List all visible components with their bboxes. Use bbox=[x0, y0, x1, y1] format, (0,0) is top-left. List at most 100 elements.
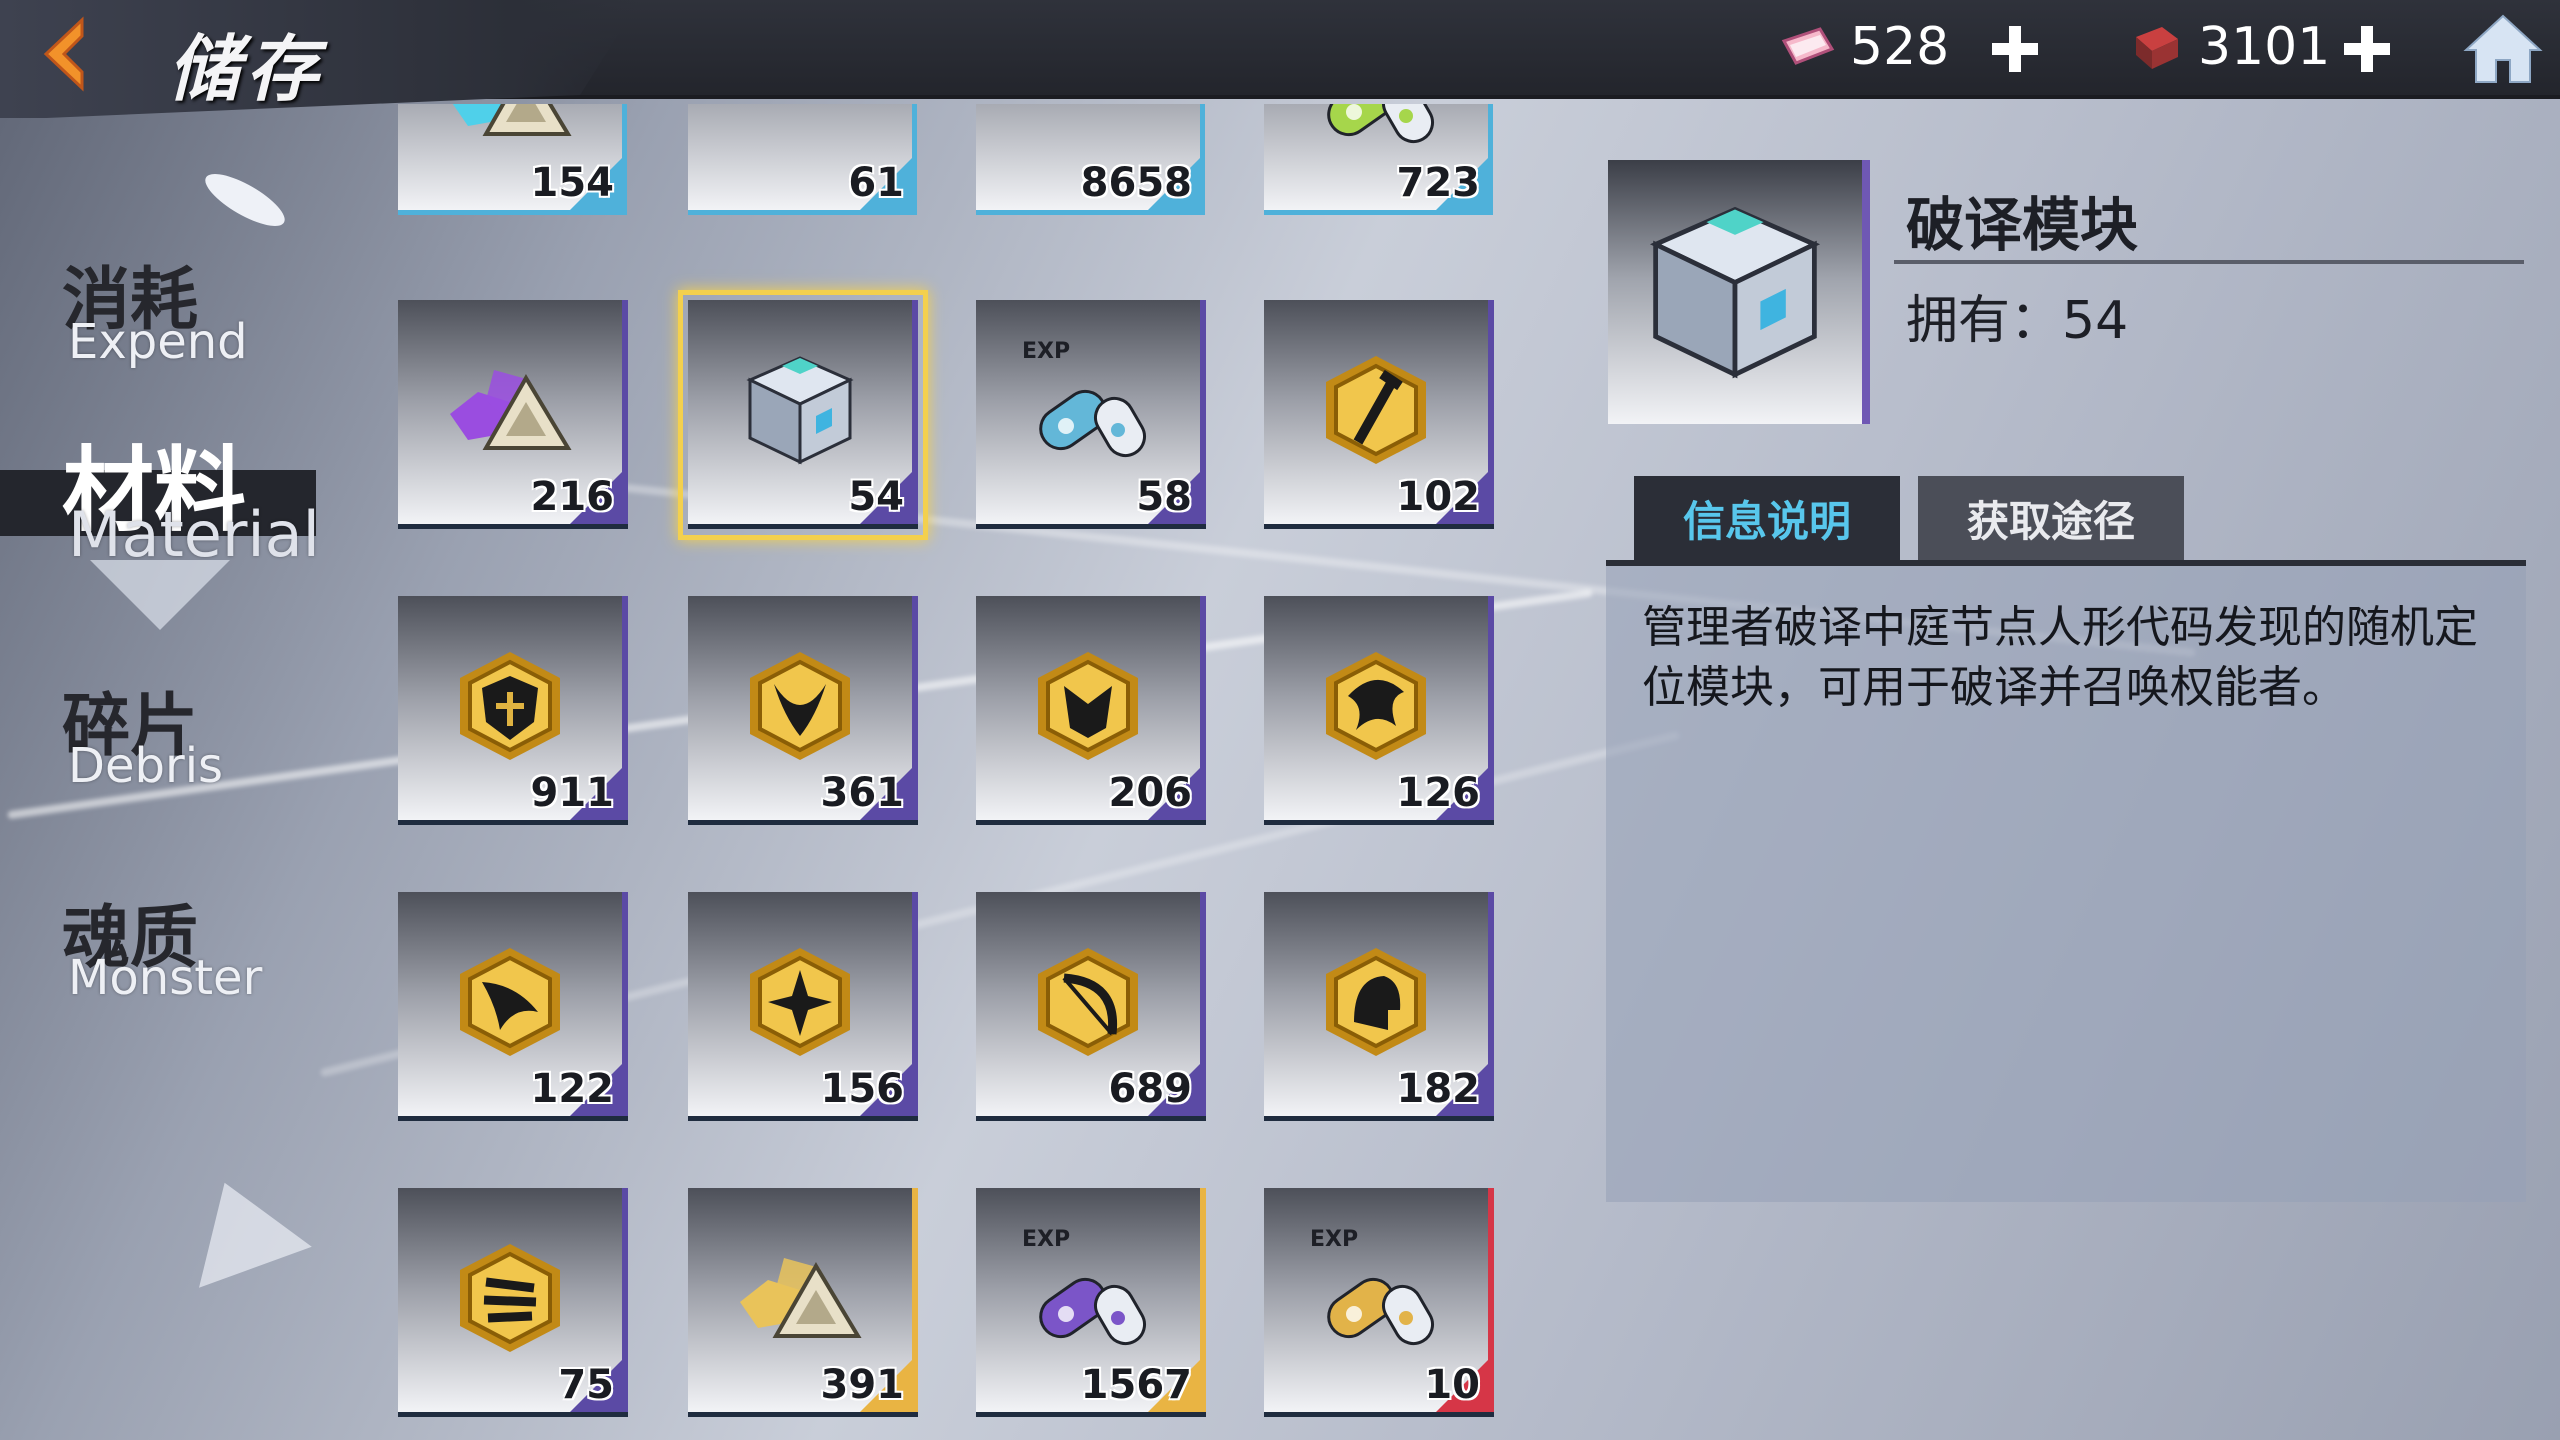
owned-label: 拥有： bbox=[1906, 291, 2063, 351]
decrypt-cube-icon bbox=[1649, 206, 1821, 379]
inventory-item[interactable]: 156 bbox=[688, 892, 918, 1116]
item-count: 391 bbox=[820, 1362, 905, 1408]
page-title: 储存 bbox=[168, 27, 325, 111]
inventory-item[interactable]: 102 bbox=[1264, 300, 1494, 524]
gold-hex-sword-icon bbox=[1326, 356, 1426, 464]
currency-chip: 3101 bbox=[2128, 14, 2330, 80]
item-count: 8658 bbox=[1080, 160, 1192, 206]
item-card: 361 bbox=[688, 596, 918, 820]
description-panel: 管理者破译中庭节点人形代码发现的随机定位模块，可用于破译并召唤权能者。 bbox=[1606, 560, 2526, 1202]
add-chip-button[interactable] bbox=[2338, 20, 2396, 78]
gold-hex-helmet-icon bbox=[1326, 948, 1426, 1056]
item-card: 75 bbox=[398, 1188, 628, 1412]
item-count: 126 bbox=[1396, 770, 1481, 816]
gold-crystal-triangle-icon bbox=[740, 1258, 862, 1338]
divider bbox=[1894, 260, 2524, 264]
inventory-item[interactable]: 61 bbox=[688, 104, 917, 210]
tab-info[interactable]: 信息说明 bbox=[1634, 476, 1900, 560]
item-card: EXP 58 bbox=[976, 300, 1206, 524]
ticket-amount: 528 bbox=[1850, 17, 1950, 77]
item-count: 911 bbox=[530, 770, 615, 816]
ticket-icon bbox=[1781, 27, 1835, 65]
nav-item-debris[interactable]: 碎片 Debris bbox=[0, 670, 300, 810]
item-count: 689 bbox=[1108, 1066, 1193, 1112]
inventory-item[interactable]: EXP 1567 bbox=[976, 1188, 1206, 1412]
item-count: 154 bbox=[530, 160, 615, 206]
selected-item-thumbnail bbox=[1608, 160, 1870, 424]
inventory-item[interactable]: 154 bbox=[398, 104, 627, 210]
item-count: 10 bbox=[1424, 1362, 1480, 1408]
item-count: 122 bbox=[530, 1066, 615, 1112]
purple-exp-capsule-icon: EXP bbox=[1022, 1227, 1146, 1346]
plus-icon bbox=[2344, 26, 2390, 72]
gold-exp-capsule-icon: EXP bbox=[1310, 1227, 1434, 1346]
gold-hex-shield-icon bbox=[460, 652, 560, 760]
home-icon bbox=[2463, 14, 2543, 83]
gold-hex-claw-icon bbox=[460, 1244, 560, 1352]
nav-item-expend[interactable]: 消耗 Expend bbox=[0, 240, 300, 380]
home-button[interactable] bbox=[2462, 12, 2544, 86]
inventory-item[interactable]: 206 bbox=[976, 596, 1206, 820]
item-card: 61 bbox=[688, 104, 917, 210]
inventory-item[interactable]: EXP 10 bbox=[1264, 1188, 1494, 1412]
tab-obtain[interactable]: 获取途径 bbox=[1918, 476, 2184, 560]
item-card: 216 bbox=[398, 300, 628, 524]
item-count: 206 bbox=[1108, 770, 1193, 816]
item-card: 156 bbox=[688, 892, 918, 1116]
item-card: EXP 10 bbox=[1264, 1188, 1494, 1412]
add-ticket-button[interactable] bbox=[1986, 20, 2044, 78]
decrypt-cube-icon bbox=[746, 356, 854, 465]
item-count: 723 bbox=[1396, 160, 1481, 206]
item-card: 126 bbox=[1264, 596, 1494, 820]
gold-hex-wing-icon bbox=[460, 948, 560, 1056]
nav-label-en: Expend bbox=[68, 314, 248, 370]
inventory-item[interactable]: 361 bbox=[688, 596, 918, 820]
item-count: 216 bbox=[530, 474, 615, 520]
item-count: 58 bbox=[1136, 474, 1192, 520]
chip-amount: 3101 bbox=[2198, 17, 2331, 77]
inventory-item[interactable]: 8658 bbox=[976, 104, 1205, 210]
nav-label-en: Material bbox=[68, 498, 320, 571]
inventory-item[interactable]: 75 bbox=[398, 1188, 628, 1412]
item-card: 8658 bbox=[976, 104, 1205, 210]
item-description: 管理者破译中庭节点人形代码发现的随机定位模块，可用于破译并召唤权能者。 bbox=[1642, 602, 2478, 713]
item-card: EXP 1567 bbox=[976, 1188, 1206, 1412]
inventory-item[interactable]: 126 bbox=[1264, 596, 1494, 820]
item-count: 361 bbox=[820, 770, 905, 816]
item-count: 182 bbox=[1396, 1066, 1481, 1112]
item-card: 154 bbox=[398, 104, 627, 210]
nav-item-monster[interactable]: 魂质 Monster bbox=[0, 882, 300, 1022]
item-card: 206 bbox=[976, 596, 1206, 820]
inventory-grid[interactable]: 154618658EXP72321654EXP58102911361206126… bbox=[398, 104, 1498, 1440]
top-bar: 储存 528 3101 bbox=[0, 0, 2560, 118]
item-card: 122 bbox=[398, 892, 628, 1116]
nav-label-en: Debris bbox=[68, 738, 224, 794]
item-count: 75 bbox=[558, 1362, 614, 1408]
inventory-item[interactable]: 54 bbox=[678, 290, 928, 540]
inventory-item[interactable]: 216 bbox=[398, 300, 628, 524]
nav-label-en: Monster bbox=[68, 950, 263, 1006]
inventory-item[interactable]: 689 bbox=[976, 892, 1206, 1116]
item-card: 54 bbox=[688, 300, 918, 524]
nav-item-material[interactable]: 材料 Material bbox=[0, 416, 320, 571]
inventory-item[interactable]: EXP 58 bbox=[976, 300, 1206, 524]
inventory-item[interactable]: 391 bbox=[688, 1188, 918, 1412]
item-count: 102 bbox=[1396, 474, 1481, 520]
inventory-item[interactable]: EXP723 bbox=[1264, 104, 1493, 210]
item-card: EXP723 bbox=[1264, 104, 1493, 210]
item-card: 102 bbox=[1264, 300, 1494, 524]
gold-hex-star-icon bbox=[750, 948, 850, 1056]
blue-exp-capsule-icon: EXP bbox=[1022, 339, 1146, 458]
gold-hex-bow-icon bbox=[1038, 948, 1138, 1056]
cube-chip-icon bbox=[2136, 27, 2178, 69]
plus-icon bbox=[1992, 26, 2038, 72]
gold-hex-horns-icon bbox=[750, 652, 850, 760]
inventory-item[interactable]: 911 bbox=[398, 596, 628, 820]
background-shard bbox=[198, 164, 292, 236]
item-card: 689 bbox=[976, 892, 1206, 1116]
inventory-item[interactable]: 122 bbox=[398, 892, 628, 1116]
inventory-item[interactable]: 182 bbox=[1264, 892, 1494, 1116]
item-card: 391 bbox=[688, 1188, 918, 1412]
back-button[interactable] bbox=[34, 14, 104, 94]
item-count: 156 bbox=[820, 1066, 905, 1112]
